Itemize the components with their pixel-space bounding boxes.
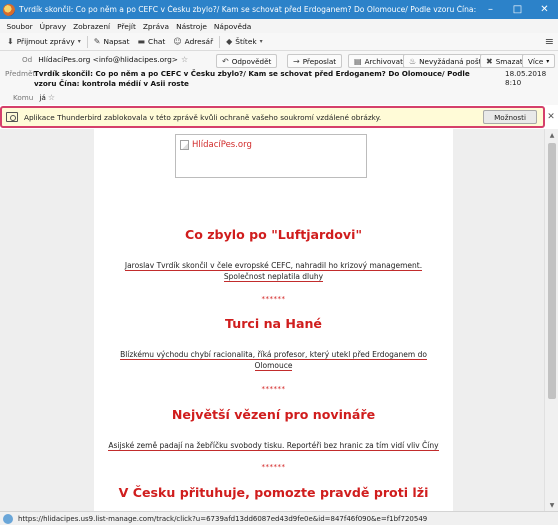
link-text[interactable]: Asijské země padají na žebříčku svobody … — [108, 441, 439, 451]
to-row: Komu já ☆ — [0, 93, 55, 102]
status-url: https://hlidacipes.us9.list-manage.com/t… — [18, 514, 428, 523]
chat-button[interactable]: ▬ Chat — [133, 34, 169, 49]
download-icon: ⬇ — [7, 37, 14, 46]
address-book-label: Adresář — [184, 37, 214, 46]
toolbar-divider — [86, 35, 88, 48]
separator-stars: ****** — [261, 463, 286, 471]
minimize-icon[interactable]: – — [477, 0, 504, 19]
section-text-vezeni: Asijské země padají na žebříčku svobody … — [94, 440, 453, 451]
broken-image-icon — [180, 140, 189, 150]
menu-napoveda[interactable]: Nápověda — [210, 22, 254, 31]
link-text[interactable]: Společnost neplatila dluhy — [223, 272, 324, 282]
receive-messages-label: Přijmout zprávy — [16, 37, 75, 46]
trash-icon: ✖ — [486, 56, 493, 66]
message-header: Od HlídacíPes.org <info@hlidacipes.org> … — [0, 51, 558, 105]
section-text-luftjarda: Jaroslav Tvrdík skončil v čele evropské … — [94, 260, 453, 282]
menu-soubor[interactable]: Soubor — [3, 22, 36, 31]
junk-button[interactable]: ♨ Nevyžádaná pošta — [403, 54, 492, 68]
address-book-icon: ☺ — [173, 37, 182, 46]
message-content-area: HlídacíPes.org Co zbylo po "Luftjardovi"… — [0, 129, 544, 511]
forward-label: Přeposlat — [302, 56, 337, 66]
chevron-down-icon[interactable]: ▾ — [78, 38, 81, 45]
to-label: Komu — [13, 93, 34, 102]
thunderbird-logo-icon — [3, 3, 15, 16]
tag-button[interactable]: ◆ Štítek ▾ — [222, 34, 267, 49]
section-title-turci[interactable]: Turci na Hané — [94, 316, 453, 331]
chat-label: Chat — [148, 37, 166, 46]
write-label: Napsat — [103, 37, 130, 46]
options-button[interactable]: Možnosti — [483, 110, 537, 124]
address-book-button[interactable]: ☺ Adresář — [169, 34, 217, 49]
delete-label: Smazat — [495, 56, 523, 66]
hamburger-menu-icon[interactable]: ≡ — [545, 35, 554, 48]
archive-button[interactable]: ▤ Archivovat — [348, 54, 409, 68]
subject-value: Tvrdík skončil: Co po něm a po CEFC v Če… — [34, 69, 470, 88]
archive-label: Archivovat — [364, 56, 403, 66]
menu-zobrazeni[interactable]: Zobrazení — [70, 22, 114, 31]
star-icon[interactable]: ☆ — [181, 55, 188, 64]
close-notification-icon[interactable]: ✕ — [545, 110, 557, 124]
email-body: HlídacíPes.org Co zbylo po "Luftjardovi"… — [94, 129, 453, 511]
menu-bar: Soubor Úpravy Zobrazení Přejít Zpráva Ná… — [0, 19, 558, 33]
junk-label: Nevyžádaná pošta — [419, 56, 486, 66]
notification-text: Aplikace Thunderbird zablokovala v této … — [24, 112, 382, 122]
pencil-icon: ✎ — [93, 37, 101, 46]
tag-label: Štítek — [235, 37, 257, 46]
menu-nastroje[interactable]: Nástroje — [173, 22, 211, 31]
message-date: 18.05.2018 8:10 — [505, 69, 547, 87]
from-label: Od — [22, 55, 33, 64]
forward-icon: → — [293, 56, 300, 66]
image-alt-text: HlídacíPes.org — [192, 140, 252, 150]
receive-messages-button[interactable]: ⬇ Přijmout zprávy ▾ — [3, 34, 85, 49]
window-title: Tvrdík skončil: Co po něm a po CEFC v Če… — [19, 5, 477, 14]
tag-icon: ◆ — [226, 37, 233, 46]
section-title-vezeni[interactable]: Největší vězení pro novináře — [94, 407, 453, 422]
link-text[interactable]: Olomouce — [254, 361, 293, 371]
scrollbar-thumb[interactable] — [548, 143, 556, 399]
link-text[interactable]: Jaroslav Tvrdík skončil v čele evropské … — [124, 261, 423, 271]
connection-status-icon — [3, 513, 13, 524]
section-title-v-cesku[interactable]: V Česku přituhuje, pomozte pravdě proti … — [94, 485, 453, 500]
scroll-up-icon[interactable]: ▲ — [545, 129, 558, 141]
write-button[interactable]: ✎ Napsat — [90, 34, 134, 49]
status-bar: https://hlidacipes.us9.list-manage.com/t… — [0, 511, 558, 525]
section-title-luftjarda[interactable]: Co zbylo po "Luftjardovi" — [94, 227, 453, 242]
blocked-image-icon — [6, 112, 18, 122]
subject-row: Předmět — [0, 69, 35, 78]
chevron-down-icon: ▾ — [259, 38, 263, 45]
more-label: Více — [528, 56, 544, 66]
from-row: Od HlídacíPes.org <info@hlidacipes.org> … — [12, 55, 188, 64]
forward-button[interactable]: → Přeposlat — [287, 54, 343, 68]
menu-prejit[interactable]: Přejít — [114, 22, 140, 31]
main-toolbar: ⬇ Přijmout zprávy ▾ ✎ Napsat ▬ Chat ☺ Ad… — [0, 33, 558, 51]
subject-label: Předmět — [5, 69, 36, 78]
reply-button[interactable]: ↶ Odpovědět — [216, 54, 278, 68]
archive-icon: ▤ — [354, 56, 362, 66]
toolbar-divider — [219, 35, 221, 48]
reply-label: Odpovědět — [231, 56, 272, 66]
separator-stars: ****** — [261, 295, 286, 303]
maximize-icon[interactable]: □ — [504, 0, 531, 19]
window-titlebar: Tvrdík skončil: Co po něm a po CEFC v Če… — [0, 0, 558, 19]
reply-icon: ↶ — [222, 56, 229, 66]
more-button[interactable]: Více ▾ — [522, 54, 555, 68]
to-value[interactable]: já — [39, 93, 46, 102]
vertical-scrollbar[interactable]: ▲ ▼ — [544, 129, 558, 511]
menu-upravy[interactable]: Úpravy — [36, 22, 69, 31]
close-icon[interactable]: ✕ — [531, 0, 558, 19]
scroll-down-icon[interactable]: ▼ — [545, 499, 558, 511]
blocked-logo-image[interactable]: HlídacíPes.org — [175, 134, 367, 178]
star-icon[interactable]: ☆ — [48, 93, 55, 102]
link-text[interactable]: Blízkému východu chybí racionalita, říká… — [120, 350, 427, 360]
from-value[interactable]: HlídacíPes.org <info@hlidacipes.org> — [38, 55, 178, 64]
section-text-turci: Blízkému východu chybí racionalita, říká… — [94, 349, 453, 371]
menu-zprava[interactable]: Zpráva — [139, 22, 172, 31]
chevron-down-icon: ▾ — [546, 57, 550, 65]
separator-stars: ****** — [261, 385, 286, 393]
flame-icon: ♨ — [409, 56, 417, 66]
chat-icon: ▬ — [137, 37, 146, 46]
remote-content-notification: Aplikace Thunderbird zablokovala v této … — [0, 106, 545, 128]
